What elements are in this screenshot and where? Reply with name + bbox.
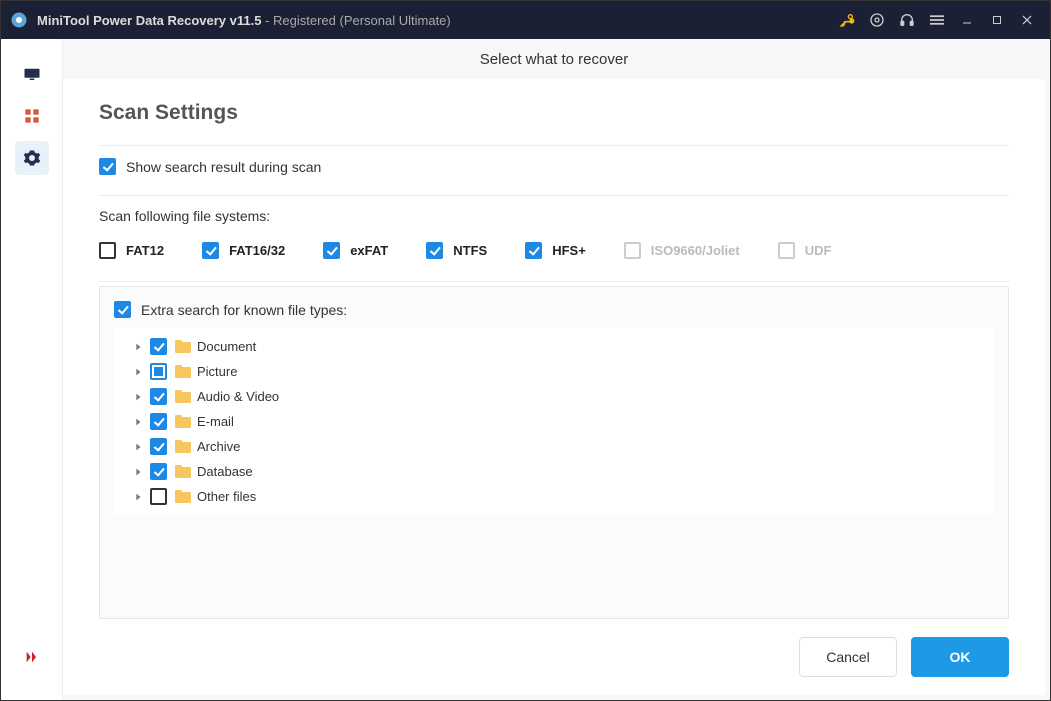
- settings-heading: Scan Settings: [99, 101, 1009, 125]
- tree-checkbox[interactable]: [150, 488, 167, 505]
- close-icon[interactable]: [1012, 1, 1042, 39]
- titlebar: MiniTool Power Data Recovery v11.5 - Reg…: [1, 1, 1050, 39]
- tree-item-label: Picture: [197, 364, 237, 379]
- divider: [99, 281, 1009, 282]
- tree-checkbox[interactable]: [150, 438, 167, 455]
- fs-label: FAT16/32: [229, 243, 285, 258]
- extra-search-label: Extra search for known file types:: [141, 302, 347, 318]
- fs-checkbox[interactable]: [426, 242, 443, 259]
- tree-item: Archive: [114, 434, 994, 459]
- fs-item-fat12: FAT12: [99, 242, 164, 259]
- folder-icon: [175, 490, 191, 503]
- tree-item: Audio & Video: [114, 384, 994, 409]
- tree-item-label: Document: [197, 339, 256, 354]
- settings-panel: Scan Settings Show search result during …: [63, 79, 1045, 695]
- fs-label: NTFS: [453, 243, 487, 258]
- folder-icon: [175, 390, 191, 403]
- tree-item: Picture: [114, 359, 994, 384]
- page-subtitle: Select what to recover: [63, 39, 1045, 79]
- chevron-right-icon[interactable]: [130, 339, 146, 355]
- folder-icon: [175, 440, 191, 453]
- fs-label: ISO9660/Joliet: [651, 243, 740, 258]
- tree-item-label: Other files: [197, 489, 256, 504]
- sidebar-item-settings[interactable]: [15, 141, 49, 175]
- chevron-right-icon[interactable]: [130, 439, 146, 455]
- fs-checkbox: [778, 242, 795, 259]
- tree-checkbox[interactable]: [150, 463, 167, 480]
- tree-item: Other files: [114, 484, 994, 509]
- extra-search-box: Extra search for known file types: Docum…: [99, 286, 1009, 619]
- headphones-icon[interactable]: [892, 1, 922, 39]
- folder-icon: [175, 415, 191, 428]
- fs-label: FAT12: [126, 243, 164, 258]
- fs-checkbox[interactable]: [202, 242, 219, 259]
- menu-icon[interactable]: [922, 1, 952, 39]
- tree-checkbox[interactable]: [150, 338, 167, 355]
- fs-checkbox[interactable]: [99, 242, 116, 259]
- tree-checkbox[interactable]: [150, 388, 167, 405]
- app-logo-icon: [9, 10, 29, 30]
- filesystems-heading: Scan following file systems:: [99, 208, 1009, 224]
- maximize-icon[interactable]: [982, 1, 1012, 39]
- chevron-right-icon[interactable]: [130, 489, 146, 505]
- tree-item: Document: [114, 334, 994, 359]
- fs-item-hfs: HFS+: [525, 242, 586, 259]
- minimize-icon[interactable]: [952, 1, 982, 39]
- fs-checkbox[interactable]: [525, 242, 542, 259]
- show-results-checkbox[interactable]: [99, 158, 116, 175]
- tree-item-label: Archive: [197, 439, 240, 454]
- sidebar-item-apps[interactable]: [15, 99, 49, 133]
- fs-label: UDF: [805, 243, 832, 258]
- extra-search-checkbox[interactable]: [114, 301, 131, 318]
- filesystems-row: FAT12 FAT16/32 exFAT NTFS HFS+ ISO9660/Joliet…: [99, 236, 1009, 273]
- divider: [99, 195, 1009, 196]
- fs-item-exfat: exFAT: [323, 242, 388, 259]
- fs-item-udf: UDF: [778, 242, 832, 259]
- tree-checkbox[interactable]: [150, 413, 167, 430]
- cancel-button[interactable]: Cancel: [799, 637, 897, 677]
- tree-checkbox[interactable]: [150, 363, 167, 380]
- show-results-row: Show search result during scan: [99, 146, 1009, 187]
- ok-button[interactable]: OK: [911, 637, 1009, 677]
- fs-checkbox: [624, 242, 641, 259]
- sidebar: [1, 39, 63, 700]
- folder-icon: [175, 365, 191, 378]
- fs-label: HFS+: [552, 243, 586, 258]
- disc-icon[interactable]: [862, 1, 892, 39]
- folder-icon: [175, 465, 191, 478]
- folder-icon: [175, 340, 191, 353]
- fs-item-fat1632: FAT16/32: [202, 242, 285, 259]
- fs-checkbox[interactable]: [323, 242, 340, 259]
- tree-item-label: Database: [197, 464, 253, 479]
- key-icon[interactable]: [832, 1, 862, 39]
- fs-item-iso9660joliet: ISO9660/Joliet: [624, 242, 740, 259]
- tree-item-label: E-mail: [197, 414, 234, 429]
- fs-label: exFAT: [350, 243, 388, 258]
- show-results-label: Show search result during scan: [126, 159, 321, 175]
- window-title: MiniTool Power Data Recovery v11.5 - Reg…: [37, 13, 451, 28]
- fs-item-ntfs: NTFS: [426, 242, 487, 259]
- tree-item: Database: [114, 459, 994, 484]
- chevron-right-icon[interactable]: [130, 389, 146, 405]
- sidebar-expand-toggle[interactable]: [15, 640, 49, 674]
- chevron-right-icon[interactable]: [130, 414, 146, 430]
- tree-item: E-mail: [114, 409, 994, 434]
- chevron-right-icon[interactable]: [130, 364, 146, 380]
- sidebar-item-recover[interactable]: [15, 57, 49, 91]
- chevron-right-icon[interactable]: [130, 464, 146, 480]
- file-type-tree: Document Picture Audio & Video E-mail Archiv…: [114, 328, 994, 515]
- tree-item-label: Audio & Video: [197, 389, 279, 404]
